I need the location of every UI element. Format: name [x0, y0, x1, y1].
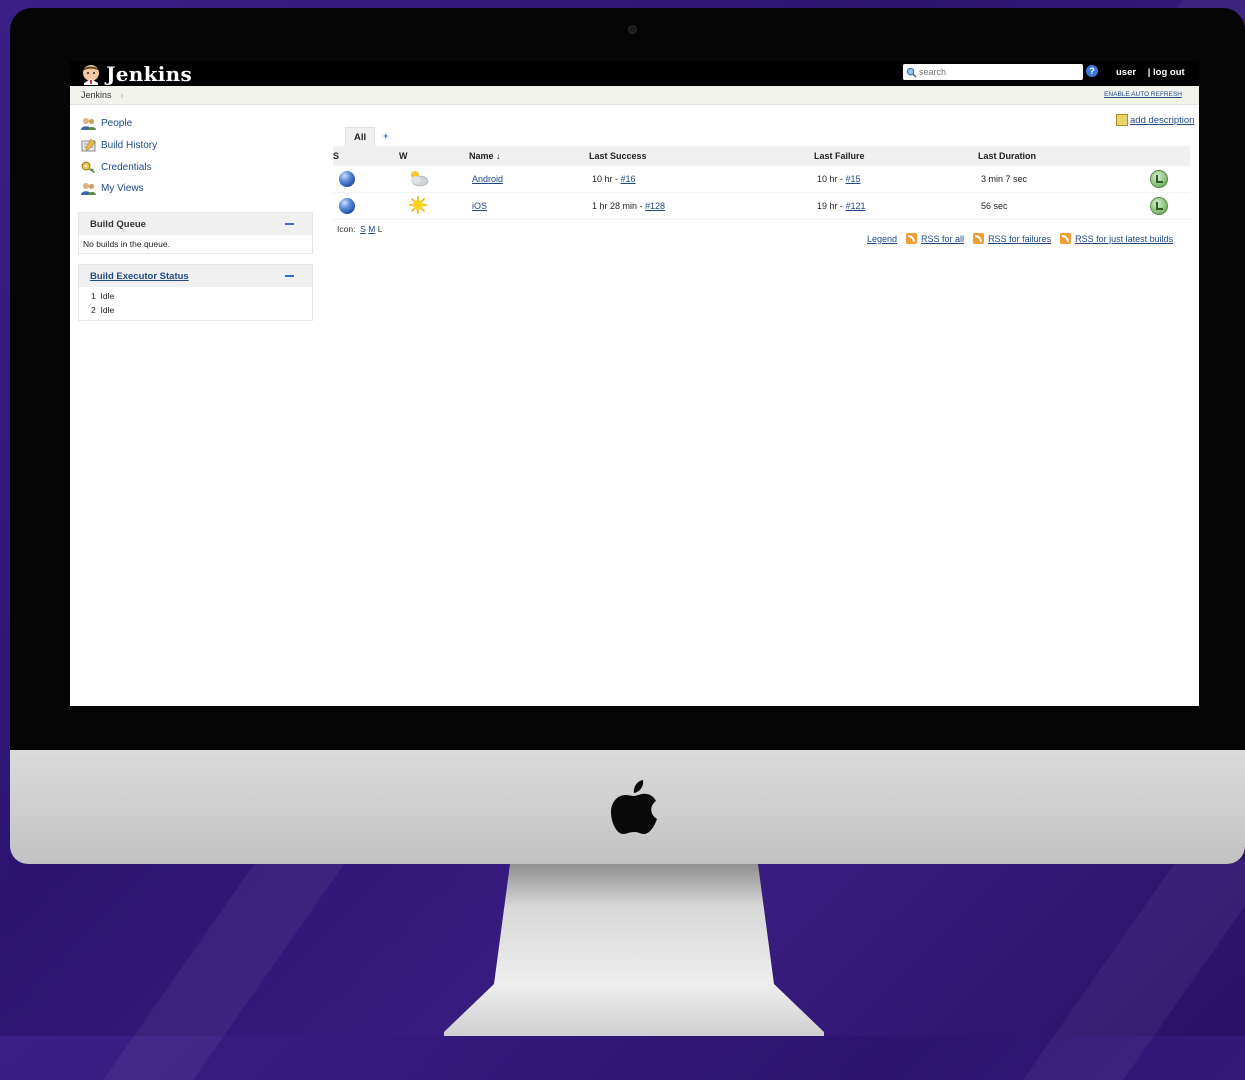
cloudy-icon: [411, 171, 429, 187]
background-stripe: [102, 860, 348, 1080]
last-failure-build-link[interactable]: #15: [846, 174, 861, 184]
search-input[interactable]: [917, 67, 1071, 77]
help-icon[interactable]: ?: [1086, 65, 1098, 77]
rss-failures-link[interactable]: RSS for failures: [988, 234, 1051, 244]
icon-size-label: Icon:: [337, 224, 356, 234]
column-last-failure[interactable]: Last Failure: [814, 146, 978, 166]
enable-auto-refresh-link[interactable]: ENABLE AUTO REFRESH: [1104, 91, 1182, 98]
search-box[interactable]: [903, 64, 1083, 80]
last-duration: 56 sec: [978, 192, 1143, 220]
executor-number: 1: [91, 291, 96, 301]
last-duration: 3 min 7 sec: [978, 166, 1143, 193]
jenkins-screen: Jenkins ? user | log out Jenkins › ENABLE…: [70, 61, 1199, 706]
column-status[interactable]: S: [333, 146, 399, 166]
footer-links: Legend RSS for all RSS for failures RSS …: [867, 233, 1173, 244]
job-link-ios[interactable]: iOS: [472, 201, 487, 211]
job-link-android[interactable]: Android: [472, 174, 503, 184]
notepad-icon: [81, 139, 96, 152]
logout-link[interactable]: | log out: [1148, 67, 1185, 78]
monitor-stand: [444, 864, 824, 1036]
top-bar: Jenkins ? user | log out: [70, 61, 1199, 86]
column-name[interactable]: Name ↓: [469, 146, 589, 166]
rss-icon: [1060, 233, 1072, 244]
table-row: iOS 1 hr 28 min - #128 19 hr - #121 56 s…: [333, 192, 1190, 220]
icon-size-medium[interactable]: M: [368, 224, 375, 234]
status-blue-ball-icon: [339, 198, 355, 214]
column-actions: [1143, 146, 1190, 166]
collapse-icon[interactable]: [285, 275, 294, 277]
view-tabs: All +: [345, 127, 396, 147]
executor-list: 1 Idle 2 Idle: [79, 287, 312, 320]
executor-state: Idle: [100, 291, 115, 301]
breadcrumb-arrow-icon[interactable]: ›: [121, 90, 124, 100]
edit-icon: [1116, 114, 1128, 126]
column-last-success[interactable]: Last Success: [589, 146, 814, 166]
executor-status-panel: Build Executor Status 1 Idle 2 Idle: [78, 264, 313, 321]
rss-latest-link[interactable]: RSS for just latest builds: [1075, 234, 1173, 244]
column-last-duration[interactable]: Last Duration: [978, 146, 1143, 166]
user-link[interactable]: user: [1116, 67, 1136, 78]
last-failure-time: 10 hr -: [817, 174, 846, 184]
background-stripe: [1022, 860, 1245, 1080]
last-success-time: 10 hr -: [592, 174, 621, 184]
brand-title: Jenkins: [106, 62, 193, 86]
build-queue-title: Build Queue: [90, 219, 146, 230]
jenkins-butler-icon: [83, 65, 99, 85]
sidebar-item-credentials[interactable]: Credentials: [81, 161, 152, 174]
tab-add-view[interactable]: +: [375, 127, 396, 147]
key-icon: [81, 161, 95, 173]
executor-row: 1 Idle: [91, 289, 312, 303]
search-icon: [906, 67, 917, 78]
breadcrumb: Jenkins ›: [81, 90, 124, 100]
schedule-build-icon[interactable]: [1150, 170, 1168, 188]
jenkins-logo[interactable]: Jenkins: [80, 62, 192, 86]
status-blue-ball-icon: [339, 171, 355, 187]
sidebar-item-label: Credentials: [101, 162, 152, 173]
user-links: user | log out: [1116, 67, 1194, 78]
last-failure-time: 19 hr -: [817, 201, 846, 211]
last-success-time: 1 hr 28 min -: [592, 201, 646, 211]
sidebar-item-label: Build History: [101, 140, 158, 151]
rss-icon: [906, 233, 918, 244]
apple-logo-icon: [611, 780, 657, 834]
people-icon: [81, 118, 96, 130]
people-icon: [81, 183, 96, 195]
camera-icon: [628, 25, 637, 34]
executor-row: 2 Idle: [91, 303, 312, 317]
rss-icon: [973, 233, 985, 244]
sun-icon: [409, 196, 427, 214]
build-queue-header: Build Queue: [79, 213, 312, 235]
add-description-label: add description: [1130, 114, 1195, 126]
column-weather[interactable]: W: [399, 146, 469, 166]
table-header-row: S W Name ↓ Last Success Last Failure Las…: [333, 146, 1190, 166]
schedule-build-icon[interactable]: [1150, 197, 1168, 215]
icon-size-small[interactable]: S: [360, 224, 366, 234]
last-failure-build-link[interactable]: #121: [846, 201, 866, 211]
executor-state: Idle: [100, 305, 115, 315]
last-success-build-link[interactable]: #128: [645, 201, 665, 211]
executor-number: 2: [91, 305, 96, 315]
build-queue-empty: No builds in the queue.: [83, 239, 170, 249]
icon-size-large[interactable]: L: [378, 224, 383, 234]
breadcrumb-bar: Jenkins › ENABLE AUTO REFRESH: [70, 86, 1199, 105]
sidebar-item-build-history[interactable]: Build History: [81, 139, 157, 152]
sidebar-item-my-views[interactable]: My Views: [81, 182, 144, 195]
build-queue-panel: Build Queue No builds in the queue.: [78, 212, 313, 254]
tab-all[interactable]: All: [345, 127, 376, 147]
add-description-link[interactable]: add description: [1116, 114, 1194, 126]
last-success-build-link[interactable]: #16: [621, 174, 636, 184]
sidebar-item-label: My Views: [101, 183, 144, 194]
sidebar-item-label: People: [101, 118, 133, 129]
icon-size-selector: Icon: S M L: [337, 224, 382, 234]
breadcrumb-jenkins[interactable]: Jenkins: [81, 90, 112, 100]
rss-all-link[interactable]: RSS for all: [921, 234, 964, 244]
jobs-table: S W Name ↓ Last Success Last Failure Las…: [333, 146, 1190, 220]
executor-status-title[interactable]: Build Executor Status: [90, 271, 189, 282]
table-row: Android 10 hr - #16 10 hr - #15 3 min 7 …: [333, 166, 1190, 193]
sidebar-item-people[interactable]: People: [81, 117, 132, 130]
legend-link[interactable]: Legend: [867, 234, 897, 244]
executor-status-header: Build Executor Status: [79, 265, 312, 287]
collapse-icon[interactable]: [285, 223, 294, 225]
